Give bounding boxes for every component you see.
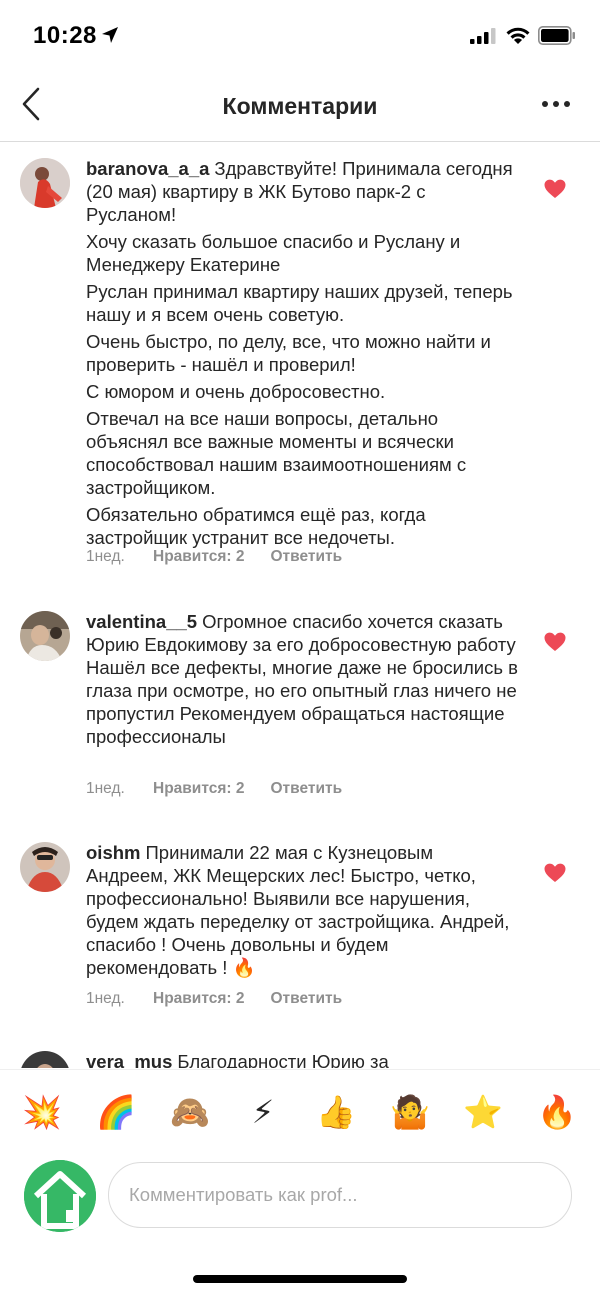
heart-icon[interactable] [544,632,566,652]
comment-text: oishm Принимали 22 мая с Кузнецовым Андре… [86,841,518,983]
comment-paragraph: Очень быстро, по делу, все, что можно на… [86,331,491,375]
comment-username[interactable]: vera_mus [86,1051,172,1068]
comment-time: 1нед. [86,548,125,565]
likes-count[interactable]: Нравится: 2 [153,548,244,566]
avatar-image [20,611,70,661]
comment-username[interactable]: oishm [86,842,140,863]
emoji-rainbow-button[interactable]: 🌈 [96,1092,136,1132]
avatar-image [20,842,70,892]
comment-input[interactable] [108,1162,572,1228]
comment-time: 1нед. [86,990,125,1007]
comment-text: baranova_a_a Здравствуйте! Принимала сего… [86,157,518,553]
comment-time: 1нед. [86,780,125,797]
more-dots-icon[interactable] [538,92,574,116]
emoji-thumbs-up-button[interactable]: 👍 [316,1092,356,1132]
comment-text: vera_mus Благодарности Юрию за [86,1050,518,1068]
current-user-avatar [24,1160,96,1232]
avatar[interactable] [20,842,70,892]
emoji-shrug-button[interactable]: 🤷 [390,1092,430,1132]
home-indicator[interactable] [193,1275,407,1283]
emoji-star-button[interactable]: ⭐ [463,1092,503,1132]
likes-count[interactable]: Нравится: 2 [153,990,244,1008]
emoji-see-no-evil-button[interactable]: 🙈 [170,1092,210,1132]
avatar-image [20,1051,70,1068]
comment-paragraph: С юмором и очень добросовестно. [86,381,386,402]
avatar[interactable] [20,158,70,208]
comment-username[interactable]: valentina__5 [86,611,197,632]
signal-icon [470,28,496,44]
battery-icon [538,26,575,45]
comment-paragraph: Хочу сказать большое спасибо и Руслану и… [86,231,461,275]
reply-button[interactable]: Ответить [270,548,342,566]
heart-icon[interactable] [544,179,566,199]
reply-button[interactable]: Ответить [270,990,342,1008]
comment-meta: 1нед. Нравится: 2 Ответить [86,548,342,566]
comment-paragraph: Руслан принимал квартиру наших друзей, т… [86,281,513,325]
comment-paragraph: Обязательно обратимся ещё раз, когда зас… [86,504,426,548]
comment-meta: 1нед. Нравится: 2 Ответить [86,990,342,1008]
avatar-image [20,158,70,208]
likes-count[interactable]: Нравится: 2 [153,780,244,798]
comment-paragraph: Отвечал на все наши вопросы, детально об… [86,408,467,498]
comment-text: valentina__5 Огромное спасибо хочется ска… [86,610,518,752]
comment-meta: 1нед. Нравится: 2 Ответить [86,780,342,798]
status-time: 10:28 [33,22,97,49]
navigation-header: Комментарии [0,72,600,142]
comment-username[interactable]: baranova_a_a [86,158,209,179]
comment-paragraph: Принимали 22 мая с Кузнецовым Андреем, Ж… [86,842,510,978]
comment-paragraph: Благодарности Юрию за [177,1051,389,1068]
avatar[interactable] [20,1051,70,1068]
location-arrow-icon [102,27,118,43]
emoji-lightning-button[interactable]: ⚡ [243,1092,283,1132]
status-bar: 10:28 [0,0,600,72]
home-icon [24,1160,96,1232]
reply-button[interactable]: Ответить [270,780,342,798]
comments-list: baranova_a_a Здравствуйте! Принимала сего… [0,142,600,1068]
emoji-quick-bar: 💥 🌈 🙈 ⚡ 👍 🤷 ⭐ 🔥 [0,1069,600,1156]
page-title: Комментарии [222,93,378,119]
emoji-collision-button[interactable]: 💥 [22,1092,62,1132]
emoji-fire-button[interactable]: 🔥 [537,1092,577,1132]
wifi-icon [506,27,530,44]
avatar[interactable] [20,611,70,661]
heart-icon[interactable] [544,863,566,883]
